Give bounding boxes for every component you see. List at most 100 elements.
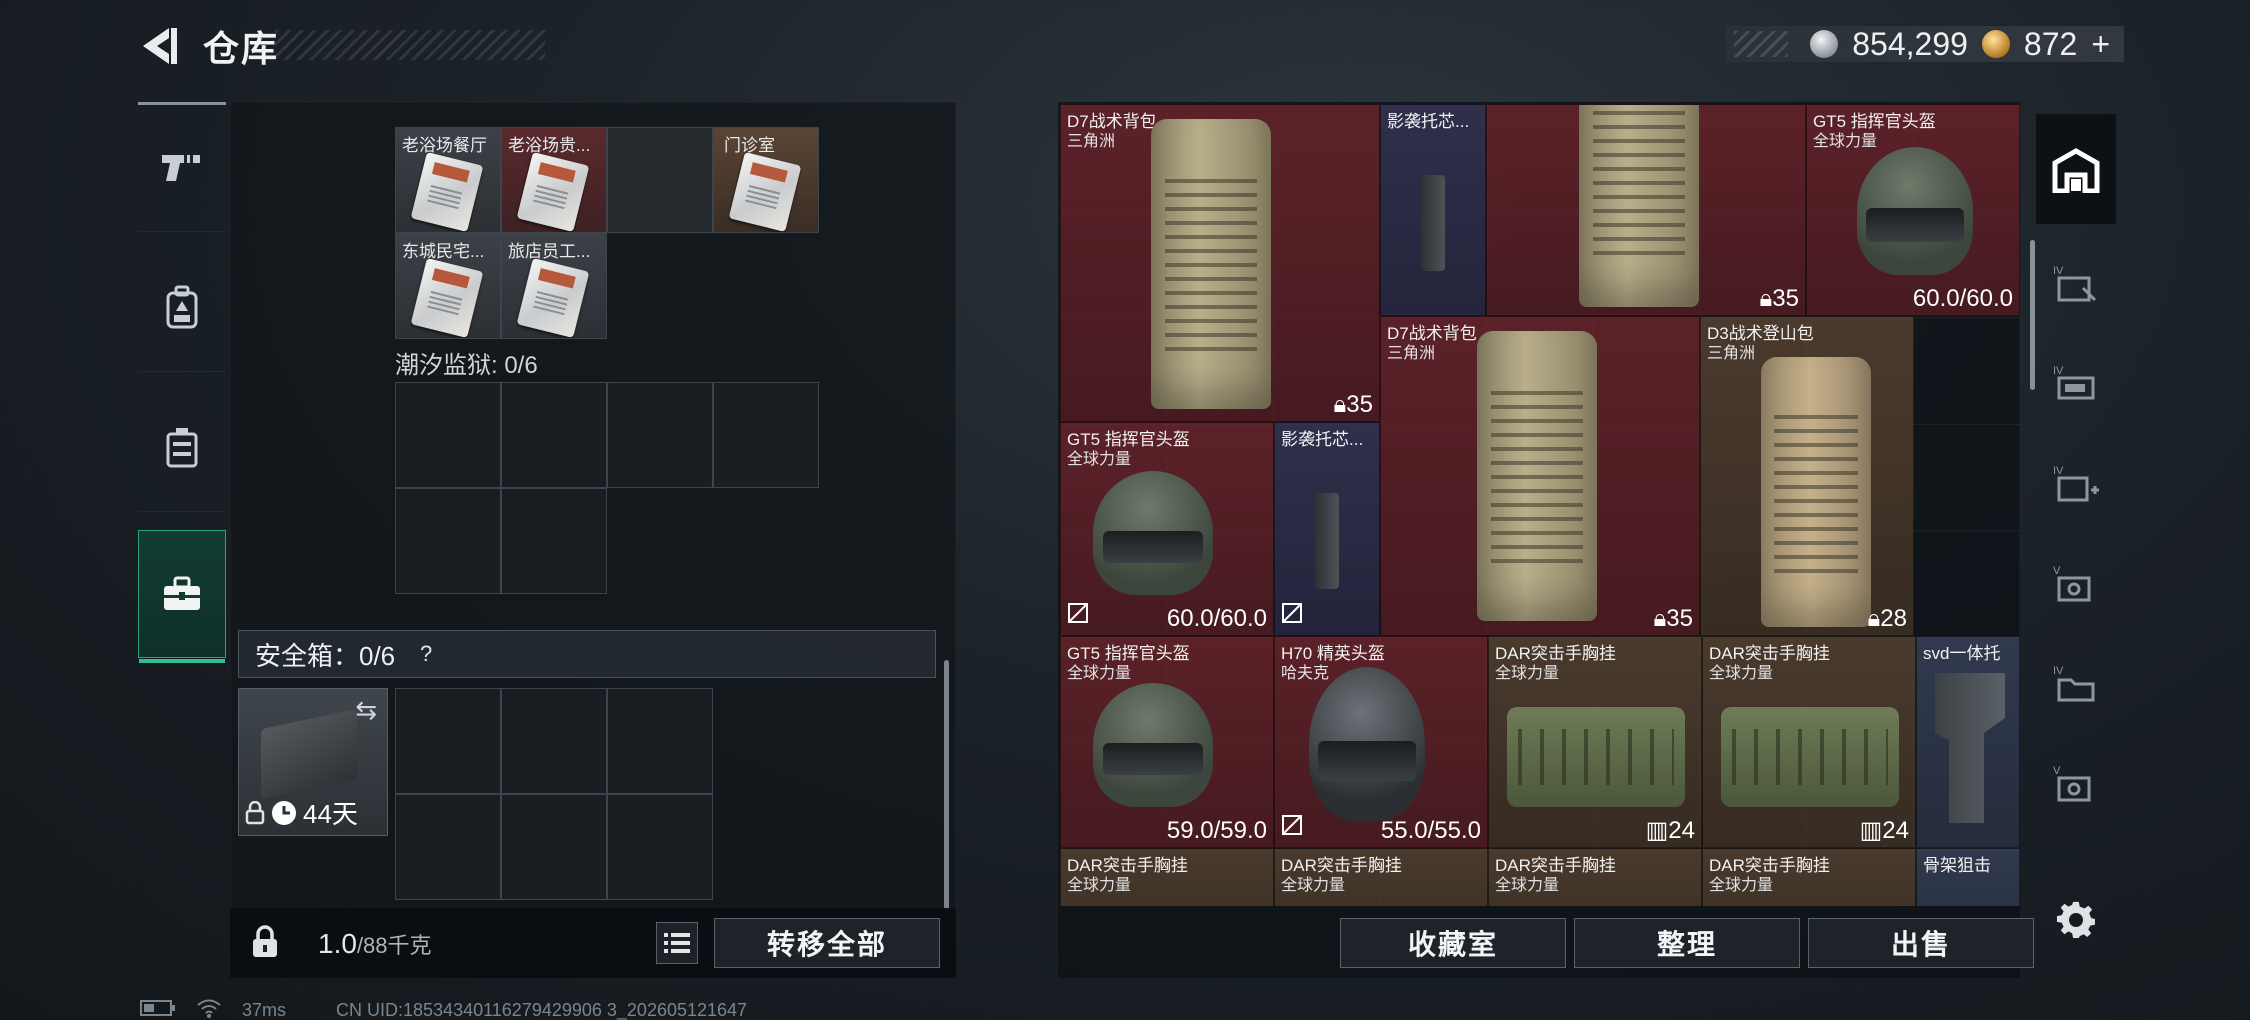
- sell-button[interactable]: 出售: [1808, 918, 2034, 968]
- clock-icon: [272, 800, 296, 825]
- empty-slot[interactable]: [395, 488, 501, 594]
- empty-slot[interactable]: [607, 382, 713, 488]
- prison-section-label: 潮汐监狱: 0/6: [395, 352, 538, 379]
- add-gold-button[interactable]: +: [2091, 26, 2110, 63]
- empty-slot[interactable]: [713, 382, 819, 488]
- item-name: 影袭托芯...: [1281, 430, 1364, 449]
- back-button[interactable]: [135, 22, 183, 70]
- inventory-item[interactable]: D7战术背包 三角洲 🔒︎35: [1060, 104, 1380, 422]
- helmet-image: [1857, 147, 1973, 275]
- empty-slot[interactable]: [395, 794, 501, 900]
- nav-equipment-tab[interactable]: [138, 242, 226, 372]
- empty-slot[interactable]: [501, 382, 607, 488]
- swap-icon[interactable]: ⇆: [355, 695, 377, 726]
- empty-slot[interactable]: [501, 688, 607, 794]
- settings-button[interactable]: [2046, 890, 2106, 950]
- medical-box-icon: IV: [2053, 465, 2099, 502]
- item-sub: 全球力量: [1067, 451, 1132, 468]
- item-sub: 全球力量: [1281, 877, 1346, 894]
- inventory-item[interactable]: H70 精英头盔 哈夫克 55.0/55.0: [1274, 636, 1488, 848]
- svg-text:IV: IV: [2053, 665, 2064, 677]
- empty-slot[interactable]: [607, 127, 713, 233]
- safecase-days: 44天: [303, 799, 358, 829]
- empty-slot[interactable]: [395, 688, 501, 794]
- inventory-item[interactable]: D7战术背包 三角洲 🔒︎35: [1380, 316, 1700, 636]
- inventory-item[interactable]: DAR突击手胸挂 全球力量: [1060, 848, 1274, 906]
- left-scrollbar[interactable]: [944, 660, 949, 910]
- item-stat: 🔒︎35: [1759, 285, 1799, 312]
- keycard-label: 门诊室: [724, 136, 775, 155]
- inventory-item[interactable]: DAR突击手胸挂 全球力量: [1274, 848, 1488, 906]
- item-stat: 🔒︎35: [1333, 391, 1373, 418]
- storage-tab-iv-3[interactable]: IV: [2046, 454, 2106, 514]
- stock-image: [1935, 673, 2005, 823]
- organize-button[interactable]: 整理: [1574, 918, 1800, 968]
- keycard-slot[interactable]: 老浴场餐厅: [395, 127, 501, 233]
- item-stat: 🔒︎28: [1867, 605, 1907, 632]
- svg-text:IV: IV: [2053, 265, 2064, 277]
- empty-slot[interactable]: [607, 794, 713, 900]
- svg-text:V: V: [2053, 565, 2061, 577]
- backpack-image: [1579, 105, 1699, 307]
- keycard-slot[interactable]: 东城民宅...: [395, 233, 501, 339]
- storage-tab-v-1[interactable]: V: [2046, 554, 2106, 614]
- title-decoration: [275, 30, 545, 60]
- help-icon[interactable]: ?: [409, 641, 443, 667]
- safecase-slot[interactable]: ⇆ 44天: [238, 688, 388, 836]
- inventory-grid-area: D7战术背包 三角洲 🔒︎35 影袭托芯... 🔒︎35 GT5 指挥官头盔 全…: [1060, 104, 2020, 906]
- item-sub: 全球力量: [1709, 665, 1774, 682]
- inventory-item[interactable]: D3战术登山包 三角洲 🔒︎28: [1700, 316, 1914, 636]
- storage-tab-iv-2[interactable]: IV: [2046, 354, 2106, 414]
- keycard-label: 东城民宅...: [402, 242, 485, 261]
- weight-unit: /88千克: [356, 933, 432, 958]
- list-view-button[interactable]: [656, 922, 698, 964]
- lock-button[interactable]: [236, 912, 294, 972]
- storage-tab-v-2[interactable]: V: [2046, 754, 2106, 814]
- inventory-item[interactable]: DAR突击手胸挂 全球力量: [1702, 848, 1916, 906]
- backpack-image: [1761, 357, 1871, 627]
- empty-slot[interactable]: [395, 382, 501, 488]
- carry-weight: 1.0/88千克: [318, 928, 432, 960]
- warehouse-icon: [2052, 148, 2100, 193]
- helmet-image: [1093, 471, 1213, 595]
- item-name: 影袭托芯...: [1387, 112, 1470, 131]
- collection-room-button[interactable]: 收藏室: [1340, 918, 1566, 968]
- item-name: 骨架狙击: [1923, 856, 1991, 875]
- storage-tab-iv-1[interactable]: IV: [2046, 254, 2106, 314]
- keycard-icon: [410, 257, 484, 338]
- storage-tab-iv-4[interactable]: IV: [2046, 654, 2106, 714]
- nav-containers-tab[interactable]: [138, 382, 226, 512]
- inventory-item[interactable]: DAR突击手胸挂 全球力量: [1488, 848, 1702, 906]
- inventory-item[interactable]: 骨架狙击: [1916, 848, 2020, 906]
- helmet-image: [1093, 683, 1213, 807]
- nav-weapons-tab[interactable]: [138, 102, 226, 232]
- silver-coin-icon: [1810, 30, 1839, 58]
- battery-icon: [140, 999, 176, 1020]
- inventory-item[interactable]: DAR突击手胸挂 全球力量 ▥24: [1488, 636, 1702, 848]
- empty-slot[interactable]: [607, 688, 713, 794]
- transfer-all-button[interactable]: 转移全部: [714, 918, 940, 968]
- empty-slot[interactable]: [501, 488, 607, 594]
- inventory-item[interactable]: svd一体托: [1916, 636, 2020, 848]
- inventory-item[interactable]: GT5 指挥官头盔 全球力量 60.0/60.0: [1060, 422, 1274, 636]
- inventory-item[interactable]: GT5 指挥官头盔 全球力量 59.0/59.0: [1060, 636, 1274, 848]
- backpack-image: [1151, 119, 1271, 409]
- item-sub: 全球力量: [1495, 665, 1560, 682]
- inventory-item[interactable]: DAR突击手胸挂 全球力量 ▥24: [1702, 636, 1916, 848]
- right-scrollbar[interactable]: [2030, 240, 2035, 390]
- keycard-slot[interactable]: 老浴场贵...: [501, 127, 607, 233]
- keycard-slot[interactable]: 门诊室: [713, 127, 819, 233]
- inventory-item[interactable]: GT5 指挥官头盔 全球力量 60.0/60.0: [1806, 104, 2020, 316]
- keycard-slot[interactable]: 旅店员工...: [501, 233, 607, 339]
- inventory-item[interactable]: 影袭托芯...: [1274, 422, 1380, 636]
- nav-toolbox-tab[interactable]: [138, 530, 226, 663]
- item-durability: 60.0/60.0: [1912, 285, 2013, 312]
- all-storage-tab[interactable]: [2046, 140, 2106, 200]
- empty-slot[interactable]: [501, 794, 607, 900]
- wifi-icon: [196, 998, 222, 1020]
- backpack-icon: [166, 285, 198, 328]
- item-sub: 全球力量: [1813, 133, 1878, 150]
- inventory-item[interactable]: 影袭托芯...: [1380, 104, 1486, 316]
- right-category-nav: IV IV IV V IV V: [2036, 120, 2116, 938]
- inventory-item[interactable]: 🔒︎35: [1486, 104, 1806, 316]
